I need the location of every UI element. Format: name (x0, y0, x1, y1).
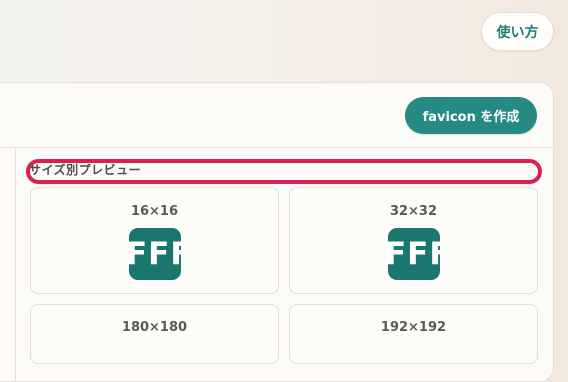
preview-card-16: 16×16 FFF (30, 187, 279, 294)
favicon-preview-text: FFF (129, 236, 181, 272)
size-label: 32×32 (389, 204, 438, 219)
panel-header: favicon を作成 (0, 83, 553, 148)
favicon-preview-icon: FFF (129, 228, 181, 280)
preview-card-180: 180×180 (30, 304, 279, 364)
preview-card-192: 192×192 (289, 304, 538, 364)
favicon-preview-text: FFF (388, 236, 440, 272)
create-favicon-button[interactable]: favicon を作成 (405, 97, 537, 134)
size-label: 192×192 (380, 320, 447, 335)
column-divider (15, 147, 16, 381)
howto-button[interactable]: 使い方 (481, 12, 554, 51)
favicon-preview-icon: FFF (388, 228, 440, 280)
size-label: 180×180 (121, 320, 188, 335)
section-title: サイズ別プレビュー (29, 163, 142, 177)
size-label: 16×16 (130, 204, 179, 219)
preview-card-32: 32×32 FFF (289, 187, 538, 294)
